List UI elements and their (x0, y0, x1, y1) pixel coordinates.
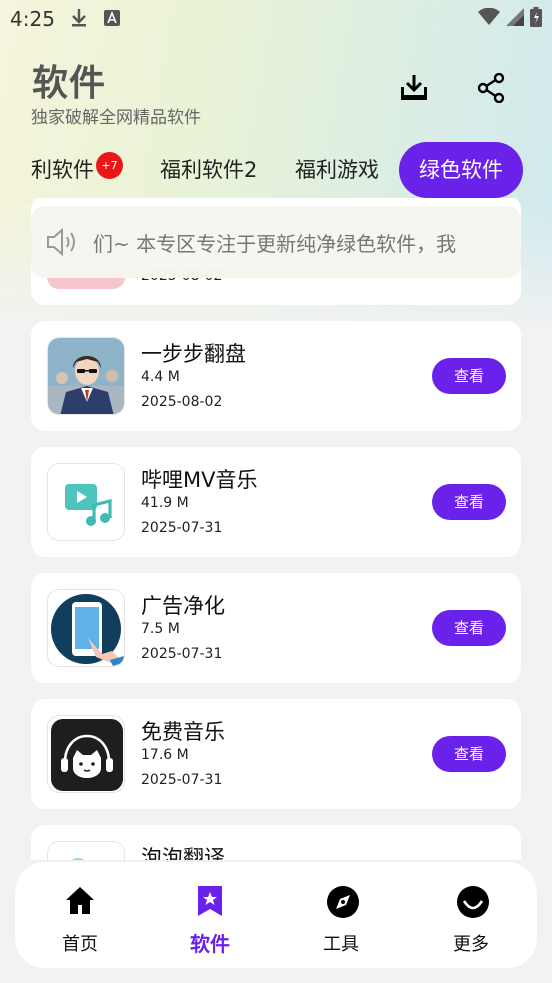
home-icon (65, 885, 95, 917)
item-size: 41.9 M (141, 495, 189, 511)
speaker-icon (45, 227, 79, 261)
list-item[interactable]: 免费音乐 17.6 M 2025-07-31 查看 (31, 699, 521, 809)
item-name: 泡泡翻译 (141, 846, 225, 860)
bookmark-star-icon (195, 885, 225, 917)
nav-home-label: 首页 (62, 934, 98, 955)
nav-home[interactable]: 首页 (25, 862, 135, 968)
item-date: 2025-07-31 (141, 520, 223, 536)
tab-fuli-software[interactable]: 利软件 (31, 142, 94, 198)
page-subtitle: 独家破解全网精品软件 (31, 108, 201, 128)
item-date: 2025-07-31 (141, 772, 223, 788)
nav-software-label: 软件 (190, 932, 230, 956)
nav-more[interactable]: 更多 (416, 862, 526, 968)
tab-fuli-games[interactable]: 福利游戏 (295, 142, 379, 198)
nav-tools[interactable]: 工具 (286, 862, 396, 968)
smile-icon (456, 885, 489, 918)
item-name: 一步步翻盘 (141, 342, 246, 366)
view-button[interactable]: 查看 (432, 610, 506, 646)
app-icon (47, 589, 125, 667)
battery-icon (530, 7, 542, 31)
nav-tools-label: 工具 (323, 934, 359, 955)
signal-icon (506, 8, 524, 30)
notice-text: 们~ 本专区专注于更新纯净绿色软件，我 (93, 232, 457, 256)
app-icon (47, 463, 125, 541)
status-time: 4:25 (10, 7, 55, 31)
item-name: 广告净化 (141, 594, 225, 618)
list-item[interactable]: 哔哩MV音乐 41.9 M 2025-07-31 查看 (31, 447, 521, 557)
list-item[interactable]: 广告净化 7.5 M 2025-07-31 查看 (31, 573, 521, 683)
download-button[interactable] (392, 68, 436, 112)
app-icon (47, 715, 125, 793)
notice-marquee: 们~ 本专区专注于更新纯净绿色软件，我 (93, 206, 503, 278)
item-date: 2025-08-02 (141, 394, 223, 410)
app-icon (47, 337, 125, 415)
item-name: 免费音乐 (141, 720, 225, 744)
compass-icon (326, 885, 359, 918)
software-list: 2025-08-02 一步步翻盘 4.4 M 2025-08-02 查看 (0, 198, 552, 860)
share-button[interactable] (469, 68, 513, 112)
list-item[interactable]: 泡泡翻译 (31, 825, 521, 860)
status-bar: 4:25 (0, 0, 552, 38)
category-tabs: 利软件 福利软件2 福利游戏 绿色软件 (0, 142, 552, 198)
tab-fuli-software-2[interactable]: 福利软件2 (160, 142, 257, 198)
item-size: 17.6 M (141, 747, 189, 763)
view-button[interactable]: 查看 (432, 358, 506, 394)
tab-badge: +7 (96, 152, 123, 179)
keyboard-notification-icon (104, 10, 120, 30)
item-size: 4.4 M (141, 369, 180, 385)
wifi-icon (478, 7, 500, 30)
item-date: 2025-07-31 (141, 646, 223, 662)
nav-software[interactable]: 软件 (155, 862, 265, 968)
app-icon (47, 841, 125, 860)
nav-more-label: 更多 (453, 934, 489, 955)
tab-green-software[interactable]: 绿色软件 (399, 142, 523, 198)
status-icons (478, 7, 542, 31)
item-size: 7.5 M (141, 621, 180, 637)
item-name: 哔哩MV音乐 (141, 468, 258, 492)
view-button[interactable]: 查看 (432, 736, 506, 772)
notice-banner[interactable]: 们~ 本专区专注于更新纯净绿色软件，我 (31, 206, 521, 278)
download-notification-icon (70, 8, 88, 32)
download-tray-icon (399, 73, 429, 107)
page-title: 软件 (32, 63, 107, 104)
list-item[interactable]: 一步步翻盘 4.4 M 2025-08-02 查看 (31, 321, 521, 431)
bottom-navigation: 首页 软件 工具 更多 (15, 862, 537, 968)
share-icon (477, 72, 505, 107)
view-button[interactable]: 查看 (432, 484, 506, 520)
